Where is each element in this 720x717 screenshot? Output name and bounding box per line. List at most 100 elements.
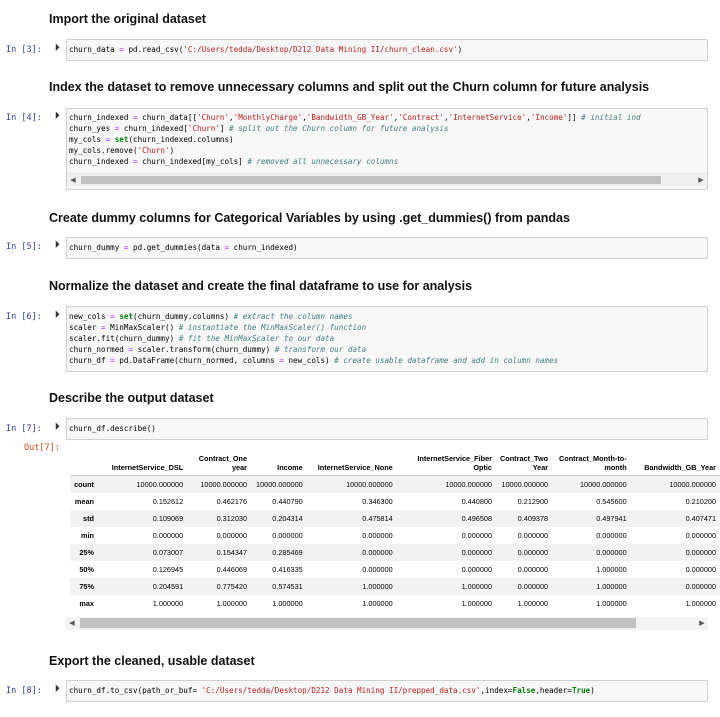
input-prompt: In [6]: <box>6 312 42 322</box>
row-index: min <box>80 531 94 540</box>
code-line: churn_data = pd.read_csv('C:/Users/tedda… <box>69 44 462 55</box>
step-forward-icon[interactable]: ⏵ <box>55 43 60 53</box>
code-cell[interactable]: churn_data = pd.read_csv('C:/Users/tedda… <box>66 39 708 61</box>
scroll-left-icon[interactable]: ◀ <box>66 617 78 629</box>
table-cell: 0.574531 <box>272 582 303 591</box>
table-cell: 0.312030 <box>216 514 248 523</box>
table-cell: 0.475814 <box>362 514 393 523</box>
table-cell: 0.285469 <box>272 548 303 557</box>
table-cell: 10000.000000 <box>200 480 248 489</box>
scroll-right-icon[interactable]: ▶ <box>695 174 707 186</box>
column-header: Contract_One year <box>187 450 252 476</box>
horizontal-scrollbar[interactable]: ◀ ▶ <box>67 173 707 186</box>
table-cell: 1.000000 <box>596 582 627 591</box>
table-cell: 0.346300 <box>362 497 393 506</box>
code-line: churn_dummy = pd.get_dummies(data = chur… <box>69 242 298 253</box>
table-cell: 0.446069 <box>216 565 248 574</box>
table-cell: 0.000000 <box>362 531 393 540</box>
table-cell: 10000.000000 <box>501 480 549 489</box>
row-index: mean <box>74 497 94 506</box>
table-cell: 0.204591 <box>152 582 184 591</box>
step-forward-icon[interactable]: ⏵ <box>55 240 60 250</box>
table-horizontal-scrollbar[interactable]: ◀ ▶ <box>66 617 708 630</box>
code-text: churn_dummy = pd.get_dummies(data = chur… <box>69 243 298 252</box>
table-row: 50% 0.126945 0.446069 0.416335 0.000000 0.000… <box>70 561 720 578</box>
table-cell: 0.000000 <box>362 565 393 574</box>
table-row: 25% 0.073007 0.154347 0.285469 0.000000 0.000… <box>70 544 720 561</box>
scroll-left-icon[interactable]: ◀ <box>67 174 79 186</box>
table-cell: 0.000000 <box>152 531 184 540</box>
column-header: Contract_Two Year <box>496 450 553 476</box>
table-cell: 0.000000 <box>517 531 549 540</box>
table-cell: 0.000000 <box>596 548 627 557</box>
index-header <box>70 450 98 476</box>
table-cell: 10000.000000 <box>256 480 303 489</box>
table-cell: 0.000000 <box>685 531 716 540</box>
table-cell: 0.154347 <box>216 548 248 557</box>
table-cell: 0.000000 <box>216 531 248 540</box>
input-prompt: In [3]: <box>6 45 42 55</box>
table-cell: 1.000000 <box>216 599 248 608</box>
code-cell[interactable]: churn_indexed = churn_data[['Churn','Mon… <box>66 108 708 190</box>
section-heading: Normalize the dataset and create the fin… <box>49 279 473 293</box>
table-cell: 0.000000 <box>517 548 549 557</box>
table-row: max 1.000000 1.000000 1.000000 1.000000 1.000… <box>70 595 720 612</box>
scroll-thumb[interactable] <box>80 618 636 628</box>
code-text: churn_data = pd.read_csv('C:/Users/tedda… <box>69 45 463 54</box>
table-cell: 0.073007 <box>152 548 184 557</box>
column-header: Bandwidth_GB_Year <box>630 450 720 476</box>
table-cell: 10000.000000 <box>579 480 627 489</box>
column-header: InternetService_Fiber Optic <box>396 450 496 476</box>
step-forward-icon[interactable]: ⏵ <box>55 422 60 432</box>
input-prompt: In [7]: <box>6 424 42 434</box>
code-cell[interactable]: churn_df.describe() <box>66 418 708 440</box>
row-index: count <box>74 480 94 489</box>
table-cell: 0.462176 <box>216 497 248 506</box>
row-index: std <box>83 514 94 523</box>
table-cell: 0.000000 <box>685 582 716 591</box>
table-cell: 0.126945 <box>152 565 184 574</box>
table-cell: 1.000000 <box>596 599 627 608</box>
table-cell: 0.000000 <box>685 548 716 557</box>
row-index: 50% <box>79 565 94 574</box>
code-cell[interactable]: new_cols = set(churn_dummy.columns) # ex… <box>66 306 708 372</box>
row-index: 25% <box>79 548 94 557</box>
section-heading: Index the dataset to remove unnecessary … <box>49 80 650 94</box>
step-forward-icon[interactable]: ⏵ <box>55 310 60 320</box>
table-row: mean 0.152612 0.462176 0.440790 0.346300 0.44… <box>70 493 720 510</box>
code-line: churn_df.to_csv(path_or_buf= 'C:/Users/t… <box>69 685 595 696</box>
section-heading: Export the cleaned, usable dataset <box>49 654 255 668</box>
table-cell: 0.000000 <box>596 531 627 540</box>
table-cell: 0.416335 <box>272 565 303 574</box>
table-cell: 0.212900 <box>517 497 549 506</box>
table-cell: 0.775420 <box>216 582 248 591</box>
output-prompt: Out[7]: <box>24 443 60 453</box>
table-cell: 1.000000 <box>272 599 303 608</box>
code-text: new_cols = set(churn_dummy.columns) # ex… <box>69 312 559 365</box>
scroll-right-icon[interactable]: ▶ <box>696 617 708 629</box>
step-forward-icon[interactable]: ⏵ <box>55 684 60 694</box>
table-cell: 0.000000 <box>272 531 303 540</box>
table-cell: 1.000000 <box>362 599 393 608</box>
table-cell: 0.000000 <box>517 582 549 591</box>
input-prompt: In [5]: <box>6 242 42 252</box>
row-index: 75% <box>79 582 94 591</box>
step-forward-icon[interactable]: ⏵ <box>55 111 60 121</box>
code-cell[interactable]: churn_df.to_csv(path_or_buf= 'C:/Users/t… <box>66 680 708 702</box>
code-text: churn_df.to_csv(path_or_buf= 'C:/Users/t… <box>69 686 595 695</box>
scroll-thumb[interactable] <box>81 176 661 184</box>
table-cell: 1.000000 <box>596 565 627 574</box>
table-cell: 10000.000000 <box>445 480 492 489</box>
table-cell: 0.000000 <box>685 565 716 574</box>
column-header: InternetService_None <box>306 450 397 476</box>
section-heading: Create dummy columns for Categorical Var… <box>49 211 570 225</box>
table-cell: 10000.000000 <box>346 480 393 489</box>
table-row: 75% 0.204591 0.775420 0.574531 1.000000 1.000… <box>70 578 720 595</box>
column-header: Contract_Month-to-month <box>552 450 631 476</box>
table-cell: 0.000000 <box>517 565 549 574</box>
table-cell: 0.545600 <box>596 497 627 506</box>
table-row: min 0.000000 0.000000 0.000000 0.000000 0.000… <box>70 527 720 544</box>
table-cell: 0.409378 <box>517 514 549 523</box>
code-cell[interactable]: churn_dummy = pd.get_dummies(data = chur… <box>66 237 708 259</box>
table-cell: 1.000000 <box>362 582 393 591</box>
